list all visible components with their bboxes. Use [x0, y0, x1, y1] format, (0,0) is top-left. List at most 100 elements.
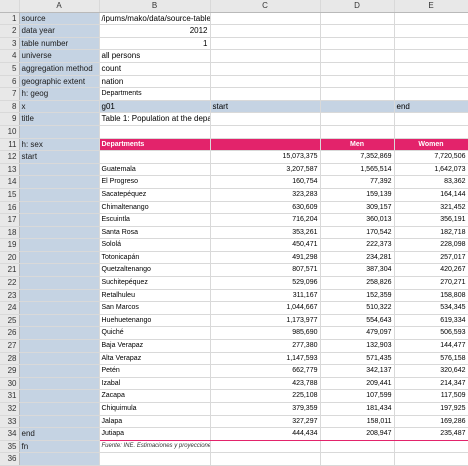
cell-a[interactable]	[19, 352, 100, 366]
cell-c[interactable]: 311,167	[210, 289, 321, 303]
cell-d[interactable]: 309,157	[320, 201, 395, 215]
cell-d[interactable]	[320, 125, 395, 139]
cell-c[interactable]	[210, 75, 321, 89]
cell-b[interactable]: Departments	[99, 138, 211, 152]
cell-e[interactable]	[394, 87, 468, 101]
cell-c[interactable]	[210, 440, 321, 454]
cell-b[interactable]	[99, 125, 211, 139]
cell-d[interactable]	[320, 37, 395, 51]
cell-e[interactable]: 197,925	[394, 402, 468, 416]
cell-c[interactable]	[210, 452, 321, 466]
cell-b[interactable]: Totonicapán	[99, 251, 211, 265]
cell-d[interactable]: 170,542	[320, 226, 395, 240]
row-header[interactable]: 36	[0, 452, 20, 466]
cell-d[interactable]: 158,011	[320, 415, 395, 429]
row-header[interactable]: 1	[0, 12, 20, 26]
cell-e[interactable]: 164,144	[394, 188, 468, 202]
row-header[interactable]: 8	[0, 100, 20, 114]
row-header[interactable]: 12	[0, 150, 20, 164]
row-header[interactable]: 34	[0, 427, 20, 441]
cell-a[interactable]	[19, 314, 100, 328]
cell-a[interactable]: end	[19, 427, 100, 441]
row-header[interactable]: 4	[0, 49, 20, 63]
row-header[interactable]: 23	[0, 289, 20, 303]
cell-d[interactable]	[320, 440, 395, 454]
cell-d[interactable]: 132,903	[320, 339, 395, 353]
cell-c[interactable]: 15,073,375	[210, 150, 321, 164]
cell-d[interactable]	[320, 62, 395, 76]
row-header[interactable]: 26	[0, 326, 20, 341]
cell-d[interactable]	[320, 24, 395, 38]
cell-c[interactable]	[210, 49, 321, 63]
cell-b[interactable]: Chiquimula	[99, 402, 211, 416]
row-header[interactable]: 20	[0, 251, 20, 265]
cell-c[interactable]: 323,283	[210, 188, 321, 202]
cell-b[interactable]: Santa Rosa	[99, 226, 211, 240]
cell-e[interactable]: 1,642,073	[394, 163, 468, 177]
cell-b[interactable]: all persons	[99, 49, 211, 63]
row-header[interactable]: 30	[0, 377, 20, 391]
cell-e[interactable]: 117,509	[394, 389, 468, 403]
cell-b[interactable]: Jalapa	[99, 415, 211, 429]
cell-e[interactable]: end	[394, 100, 468, 114]
cell-d[interactable]: 181,434	[320, 402, 395, 416]
cell-c[interactable]	[210, 24, 321, 38]
cell-b[interactable]: Quetzaltenango	[99, 263, 211, 278]
cell-c[interactable]: 277,380	[210, 339, 321, 353]
cell-a[interactable]: source	[19, 12, 100, 26]
cell-c[interactable]: 353,261	[210, 226, 321, 240]
cell-d[interactable]	[320, 452, 395, 466]
cell-e[interactable]	[394, 62, 468, 76]
cell-c[interactable]: 3,207,587	[210, 163, 321, 177]
cell-b[interactable]: Zacapa	[99, 389, 211, 403]
row-header[interactable]: 10	[0, 125, 20, 139]
cell-d[interactable]: 554,643	[320, 314, 395, 328]
cell-e[interactable]	[394, 24, 468, 38]
cell-a[interactable]	[19, 188, 100, 202]
cell-a[interactable]: start	[19, 150, 100, 164]
row-header[interactable]: 18	[0, 226, 20, 240]
cell-c[interactable]	[210, 12, 321, 26]
cell-c[interactable]	[210, 62, 321, 76]
cell-d[interactable]: 152,359	[320, 289, 395, 303]
cell-d[interactable]: 222,373	[320, 238, 395, 252]
cell-c[interactable]	[210, 87, 321, 101]
row-header[interactable]: 28	[0, 352, 20, 366]
cell-e[interactable]: 144,477	[394, 339, 468, 353]
cell-d[interactable]: 479,097	[320, 326, 395, 341]
cell-a[interactable]	[19, 301, 100, 315]
cell-d[interactable]: 342,137	[320, 364, 395, 378]
cell-b[interactable]: /ipums/mako/data/source-tables/Guatemala…	[99, 12, 211, 26]
cell-b[interactable]: El Progreso	[99, 175, 211, 189]
cell-d[interactable]: 159,139	[320, 188, 395, 202]
cell-a[interactable]	[19, 415, 100, 429]
cell-e[interactable]: 321,452	[394, 201, 468, 215]
row-header[interactable]: 16	[0, 201, 20, 215]
cell-d[interactable]: 510,322	[320, 301, 395, 315]
cell-d[interactable]: 258,826	[320, 276, 395, 290]
cell-b[interactable]: 2012	[99, 24, 211, 38]
cell-a[interactable]: h: geog	[19, 87, 100, 101]
row-header[interactable]: 6	[0, 75, 20, 89]
cell-c[interactable]	[210, 37, 321, 51]
select-all-corner[interactable]	[0, 0, 20, 13]
cell-c[interactable]: 662,779	[210, 364, 321, 378]
cell-b[interactable]: Table 1: Population at the departmental …	[99, 112, 211, 126]
cell-b[interactable]: Sacatepéquez	[99, 188, 211, 202]
cell-d[interactable]	[320, 12, 395, 26]
cell-e[interactable]: 158,808	[394, 289, 468, 303]
cell-e[interactable]: Women	[394, 138, 468, 152]
cell-e[interactable]	[394, 49, 468, 63]
cell-b[interactable]: Petén	[99, 364, 211, 378]
cell-a[interactable]	[19, 226, 100, 240]
cell-e[interactable]: 7,720,506	[394, 150, 468, 164]
cell-b[interactable]: Quiché	[99, 326, 211, 341]
cell-e[interactable]: 576,158	[394, 352, 468, 366]
cell-e[interactable]: 228,098	[394, 238, 468, 252]
cell-a[interactable]: table number	[19, 37, 100, 51]
row-header[interactable]: 7	[0, 87, 20, 101]
cell-a[interactable]: fn	[19, 440, 100, 454]
cell-a[interactable]	[19, 402, 100, 416]
row-header[interactable]: 21	[0, 263, 20, 278]
cell-d[interactable]	[320, 112, 395, 126]
